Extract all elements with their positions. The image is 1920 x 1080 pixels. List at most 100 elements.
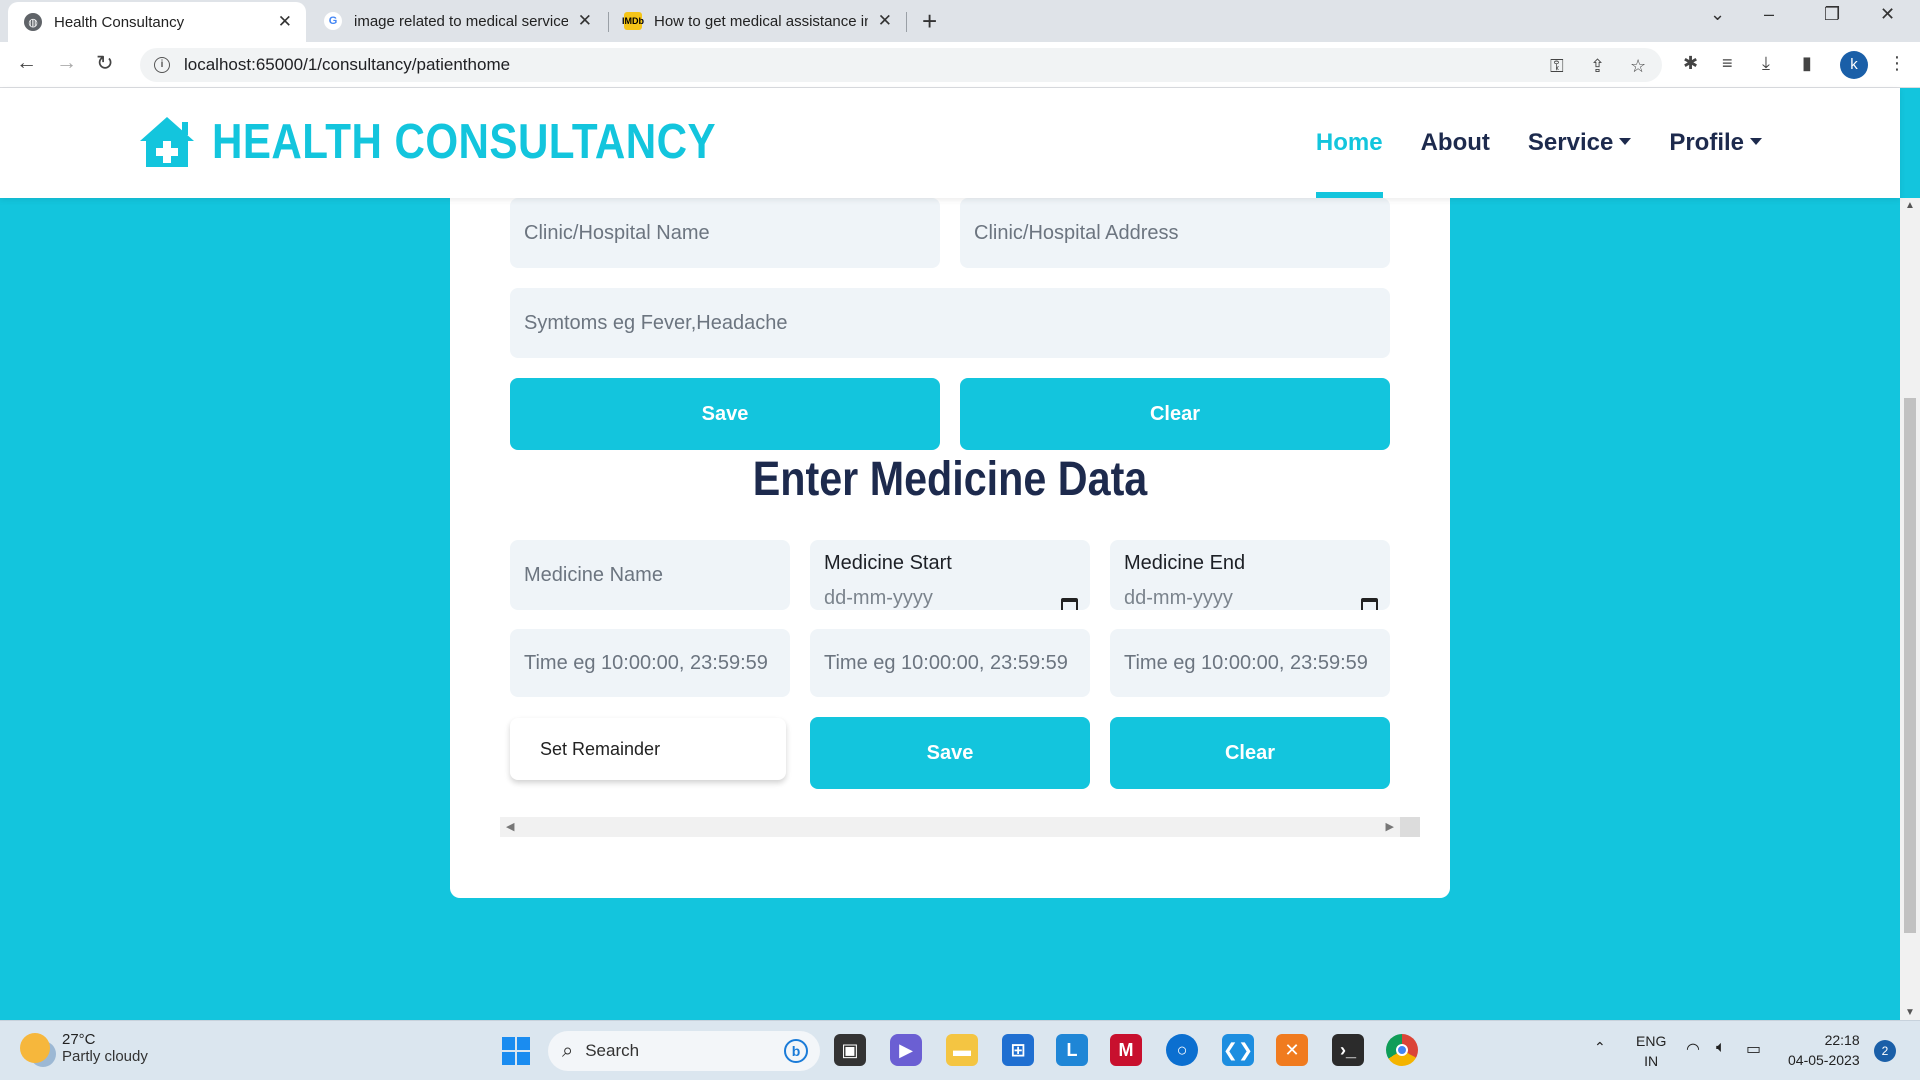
taskbar-search[interactable]: ⌕ Search b (548, 1031, 820, 1071)
close-icon[interactable]: ✕ (278, 12, 292, 32)
bookmark-star-icon[interactable]: ☆ (1630, 56, 1646, 77)
tab-medical-assistance[interactable]: IMDb How to get medical assistance in ✕ (608, 0, 906, 42)
forward-icon[interactable]: → (56, 51, 77, 75)
close-icon[interactable]: ✕ (578, 11, 592, 31)
bing-icon[interactable]: b (784, 1039, 808, 1063)
time-placeholder: Time eg 10:00:00, 23:59:59 (1124, 651, 1368, 674)
symptoms-input[interactable]: Symtoms eg Fever,Headache (510, 288, 1390, 358)
battery-icon[interactable]: ▭ (1746, 1039, 1761, 1059)
nav-home-label: Home (1315, 129, 1383, 156)
language-indicator[interactable]: ENG IN (1636, 1031, 1666, 1071)
media-control-icon[interactable]: ≡ (1722, 53, 1733, 74)
window-close-icon[interactable]: ✕ (1880, 4, 1895, 25)
page-scrollbar[interactable]: ▲ ▼ (1900, 198, 1920, 1020)
wifi-icon[interactable]: ◠ (1686, 1039, 1700, 1059)
share-icon[interactable]: ⇪ (1590, 56, 1605, 77)
horizontal-scrollbar[interactable]: ◀ ▶ (500, 817, 1420, 837)
nav-home[interactable]: Home (1315, 88, 1383, 198)
show-hidden-icons-chevron-icon[interactable]: ⌃ (1594, 1039, 1606, 1056)
scroll-down-icon[interactable]: ▼ (1905, 1007, 1915, 1018)
clinic-address-input[interactable]: Clinic/Hospital Address (960, 198, 1390, 268)
medicine-end-date-input[interactable]: Medicine End dd-mm-yyyy (1110, 540, 1390, 610)
weather-widget[interactable]: 27°C Partly cloudy (20, 1031, 148, 1065)
tab-image-search[interactable]: G image related to medical services ✕ (308, 0, 606, 42)
side-panel-icon[interactable]: ▮ (1802, 53, 1812, 74)
tab-search-chevron-icon[interactable]: ⌄ (1710, 4, 1725, 25)
tab-divider (906, 12, 907, 32)
terminal-icon[interactable]: ›_ (1332, 1034, 1364, 1066)
time-input-2[interactable]: Time eg 10:00:00, 23:59:59 (810, 629, 1090, 697)
medicine-clear-button[interactable]: Clear (1110, 717, 1390, 789)
weather-description: Partly cloudy (62, 1048, 148, 1065)
consult-save-button[interactable]: Save (510, 378, 940, 450)
nav-about-label: About (1420, 129, 1490, 156)
set-reminder-button[interactable]: Set Remainder (510, 718, 786, 780)
back-icon[interactable]: ← (16, 51, 37, 75)
scroll-left-icon[interactable]: ◀ (506, 820, 514, 833)
volume-icon[interactable]: 🔈︎ (1716, 1039, 1726, 1057)
clock-time: 22:18 (1824, 1032, 1860, 1048)
vscode-icon[interactable]: ❮❯ (1222, 1034, 1254, 1066)
profile-avatar[interactable]: k (1840, 51, 1868, 79)
chrome-icon[interactable] (1386, 1034, 1418, 1066)
address-bar[interactable]: i localhost:65000/1/consultancy/patienth… (140, 48, 1662, 82)
reload-icon[interactable]: ↻ (96, 51, 114, 76)
medicine-start-date-input[interactable]: Medicine Start dd-mm-yyyy (810, 540, 1090, 610)
scroll-up-icon[interactable]: ▲ (1905, 200, 1915, 211)
file-explorer-icon[interactable]: ▬ (946, 1034, 978, 1066)
teams-chat-icon[interactable]: ▶ (890, 1034, 922, 1066)
site-header: HEALTH CONSULTANCY Home About Service Pr… (0, 88, 1900, 198)
brand[interactable]: HEALTH CONSULTANCY (138, 114, 798, 170)
notification-badge[interactable]: 2 (1874, 1040, 1896, 1062)
tab-health-consultancy[interactable]: ◍ Health Consultancy ✕ (8, 2, 306, 42)
clinic-address-placeholder: Clinic/Hospital Address (974, 221, 1179, 244)
minimize-icon[interactable]: – (1764, 4, 1774, 25)
close-icon[interactable]: ✕ (878, 11, 892, 31)
time-placeholder: Time eg 10:00:00, 23:59:59 (524, 651, 768, 674)
scrollbar-thumb[interactable] (1904, 398, 1916, 933)
medicine-name-input[interactable]: Medicine Name (510, 540, 790, 610)
scroll-right-icon[interactable]: ▶ (1386, 820, 1394, 833)
date-placeholder: dd-mm-yyyy (824, 587, 933, 609)
mcafee-icon[interactable]: M (1110, 1034, 1142, 1066)
windows-start-icon[interactable] (500, 1035, 532, 1067)
clock-date: 04-05-2023 (1788, 1052, 1860, 1068)
language-line-2: IN (1644, 1053, 1659, 1069)
time-input-3[interactable]: Time eg 10:00:00, 23:59:59 (1110, 629, 1390, 697)
nav-service-dropdown[interactable]: Service (1527, 88, 1632, 198)
microsoft-store-icon[interactable]: ⊞ (1002, 1034, 1034, 1066)
calendar-icon[interactable] (1361, 598, 1378, 610)
cortana-icon[interactable]: ○ (1166, 1034, 1198, 1066)
password-key-icon[interactable]: ⚿ (1550, 56, 1564, 77)
taskbar-search-label: Search (585, 1041, 640, 1060)
weather-temperature: 27°C (62, 1031, 96, 1048)
browser-menu-icon[interactable]: ⋮ (1888, 53, 1906, 74)
browser-tab-bar: ◍ Health Consultancy ✕ G image related t… (0, 0, 1920, 42)
imdb-icon: IMDb (622, 12, 644, 30)
xampp-icon[interactable]: ✕ (1276, 1034, 1308, 1066)
date-placeholder: dd-mm-yyyy (1124, 587, 1233, 609)
tab-title: Health Consultancy (54, 13, 185, 31)
consult-clear-button[interactable]: Clear (960, 378, 1390, 450)
task-view-icon[interactable]: ▣ (834, 1034, 866, 1066)
medicine-save-button[interactable]: Save (810, 717, 1090, 789)
nav-about[interactable]: About (1421, 88, 1490, 198)
partly-cloudy-icon (20, 1033, 50, 1063)
url-text: localhost:65000/1/consultancy/patienthom… (184, 55, 511, 74)
site-info-icon[interactable]: i (154, 57, 170, 73)
clinic-name-input[interactable]: Clinic/Hospital Name (510, 198, 940, 268)
extensions-icon[interactable]: ✱ (1683, 53, 1698, 74)
calendar-icon[interactable] (1061, 598, 1078, 610)
medicine-section-title: Enter Medicine Data (752, 453, 1148, 506)
maximize-icon[interactable]: ❐ (1824, 4, 1840, 25)
l-app-icon[interactable]: L (1056, 1034, 1088, 1066)
nav-profile-dropdown[interactable]: Profile (1669, 88, 1762, 198)
tab-title: image related to medical services (354, 12, 568, 30)
search-icon: ⌕ (562, 1039, 574, 1062)
nav-service-label: Service (1527, 129, 1614, 156)
taskbar-clock[interactable]: 22:18 04-05-2023 (1788, 1030, 1860, 1070)
time-input-1[interactable]: Time eg 10:00:00, 23:59:59 (510, 629, 790, 697)
download-icon[interactable]: ⤓ (1762, 53, 1770, 74)
new-tab-icon[interactable]: + (922, 6, 937, 37)
caret-down-icon (1619, 137, 1632, 145)
